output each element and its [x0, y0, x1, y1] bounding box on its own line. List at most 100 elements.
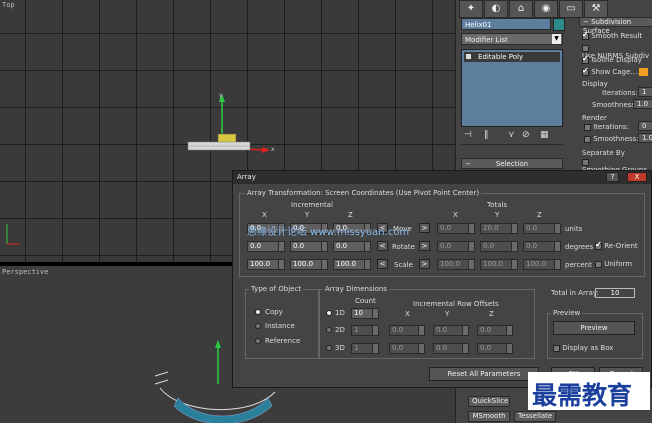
render-section-label: Render [582, 114, 607, 122]
offset-3d-y[interactable]: 0.0 [433, 343, 469, 354]
uniform-checkbox[interactable]: Uniform [595, 260, 632, 268]
quickslice-button[interactable]: QuickSlice [468, 396, 510, 407]
smooth-result-checkbox[interactable]: Smooth Result [582, 30, 642, 40]
inc-scale-x[interactable]: 100.0 [247, 259, 285, 270]
render-iterations-checkbox[interactable]: Iterations: [584, 123, 629, 131]
top-axis-x-label: x [271, 146, 275, 153]
count-1d-input[interactable]: 10 [351, 308, 379, 319]
tot-scale-y[interactable]: 100.0 [480, 259, 518, 270]
motion-tab-icon[interactable]: ◉ [534, 0, 558, 18]
world-axis-icon [6, 224, 20, 245]
perspective-viewport-label[interactable]: Perspective [2, 268, 48, 276]
count-3d-input[interactable]: 1 [351, 343, 379, 354]
inc-rotate-z[interactable]: 0.0 [333, 241, 371, 252]
remove-modifier-icon[interactable]: ⊘ [522, 130, 530, 140]
dialog-title: Array [237, 173, 256, 181]
tot-col-y: Y [495, 211, 500, 219]
reset-all-parameters-button[interactable]: Reset All Parameters [429, 367, 539, 381]
tot-scale-z[interactable]: 100.0 [523, 259, 561, 270]
pin-stack-icon[interactable]: ⊣ [464, 130, 472, 140]
tot-rotate-z[interactable]: 0.0 [523, 241, 561, 252]
totals-label: Totals [487, 201, 507, 209]
msmooth-button[interactable]: MSmooth [468, 411, 510, 422]
subdivision-surface-rollout[interactable]: − Subdivision Surface [579, 17, 652, 35]
inc-col-x: X [262, 211, 267, 219]
offset-2d-z[interactable]: 0.0 [477, 325, 513, 336]
dialog-title-bar[interactable]: Array ? X [233, 171, 651, 184]
tot-col-z: Z [537, 211, 542, 219]
create-tab-icon[interactable]: ✦ [459, 0, 483, 18]
preview-group [547, 313, 643, 359]
display-smoothness-input[interactable]: 1.0 [633, 99, 652, 109]
utilities-tab-icon[interactable]: ⚒ [584, 0, 608, 18]
degrees-label: degrees [565, 243, 594, 251]
array-dialog: Array ? X Array Transformation: Screen C… [232, 170, 652, 388]
display-section-label: Display [582, 80, 608, 88]
offset-3d-x[interactable]: 0.0 [389, 343, 425, 354]
close-button[interactable]: X [627, 172, 647, 182]
tot-move-y[interactable]: 20.0 [480, 223, 518, 234]
rotate-left-arrow[interactable]: < [377, 241, 388, 251]
render-smoothness-input[interactable]: 1.0 [638, 133, 652, 143]
make-unique-icon[interactable]: ⋎ [508, 130, 515, 140]
move-right-arrow[interactable]: > [419, 223, 430, 233]
inc-col-z: Z [348, 211, 353, 219]
inc-rotate-x[interactable]: 0.0 [247, 241, 285, 252]
divider [461, 144, 563, 145]
isoline-display-checkbox[interactable]: Isoline Display [582, 54, 642, 64]
offset-col-y: Y [445, 310, 450, 318]
count-2d-input[interactable]: 1 [351, 325, 379, 336]
tot-scale-x[interactable]: 100.0 [437, 259, 475, 270]
tot-move-z[interactable]: 0.0 [523, 223, 561, 234]
modifier-stack[interactable]: Editable Poly [461, 49, 563, 127]
display-tab-icon[interactable]: ▭ [559, 0, 583, 18]
show-cage-checkbox[interactable]: Show Cage...... [582, 66, 644, 76]
scale-label: Scale [394, 261, 413, 269]
show-end-result-icon[interactable]: ‖ [484, 130, 489, 140]
corner-watermark-bg: 最需教育 [528, 372, 650, 410]
helix-object[interactable] [180, 90, 290, 170]
render-iterations-input[interactable]: 0 [638, 121, 652, 131]
tessellate-button[interactable]: Tessellate [514, 411, 556, 422]
scale-left-arrow[interactable]: < [377, 259, 388, 269]
top-viewport-label[interactable]: Top [2, 1, 15, 9]
cage-color-swatch[interactable] [639, 68, 648, 76]
total-in-array-value: 10 [595, 288, 635, 298]
object-name-field[interactable]: Helix01 [461, 18, 551, 30]
offset-col-x: X [405, 310, 410, 318]
inc-scale-y[interactable]: 100.0 [290, 259, 328, 270]
inc-col-y: Y [305, 211, 310, 219]
rotate-right-arrow[interactable]: > [419, 241, 430, 251]
array-dimensions-title: Array Dimensions [323, 285, 389, 293]
offset-2d-x[interactable]: 0.0 [389, 325, 425, 336]
chevron-down-icon: ▼ [552, 34, 561, 44]
modifier-list-dropdown[interactable]: Modifier List ▼ [461, 33, 563, 45]
row-offsets-label: Incremental Row Offsets [413, 300, 499, 308]
inc-rotate-y[interactable]: 0.0 [290, 241, 328, 252]
total-in-array-label: Total in Array: [551, 289, 599, 297]
display-as-box-checkbox[interactable]: Display as Box [553, 344, 613, 352]
re-orient-checkbox[interactable]: Re-Orient [595, 240, 638, 250]
render-smoothness-checkbox[interactable]: Smoothness: [584, 135, 639, 143]
tot-rotate-x[interactable]: 0.0 [437, 241, 475, 252]
inc-scale-z[interactable]: 100.0 [333, 259, 371, 270]
modify-tab-icon[interactable]: ◐ [484, 0, 508, 18]
offset-3d-z[interactable]: 0.0 [477, 343, 513, 354]
tot-move-x[interactable]: 0.0 [437, 223, 475, 234]
help-button[interactable]: ? [606, 172, 619, 182]
hierarchy-tab-icon[interactable]: ⌂ [509, 0, 533, 18]
stack-item-icon [466, 54, 471, 59]
display-iterations-input[interactable]: 1 [638, 87, 652, 97]
tot-rotate-y[interactable]: 0.0 [480, 241, 518, 252]
offset-2d-y[interactable]: 0.0 [433, 325, 469, 336]
array-transformation-title: Array Transformation: Screen Coordinates… [245, 189, 482, 197]
selection-rollout-button[interactable]: − Selection [461, 158, 563, 169]
close-icon: X [634, 173, 640, 181]
preview-button[interactable]: Preview [553, 321, 635, 335]
configure-sets-icon[interactable]: ▦ [540, 130, 549, 140]
display-iterations-label: Iterations: [602, 89, 638, 97]
stack-item-editable-poly[interactable]: Editable Poly [464, 52, 560, 62]
scale-right-arrow[interactable]: > [419, 259, 430, 269]
object-color-swatch[interactable] [553, 18, 565, 31]
incremental-label: Incremental [291, 201, 333, 209]
